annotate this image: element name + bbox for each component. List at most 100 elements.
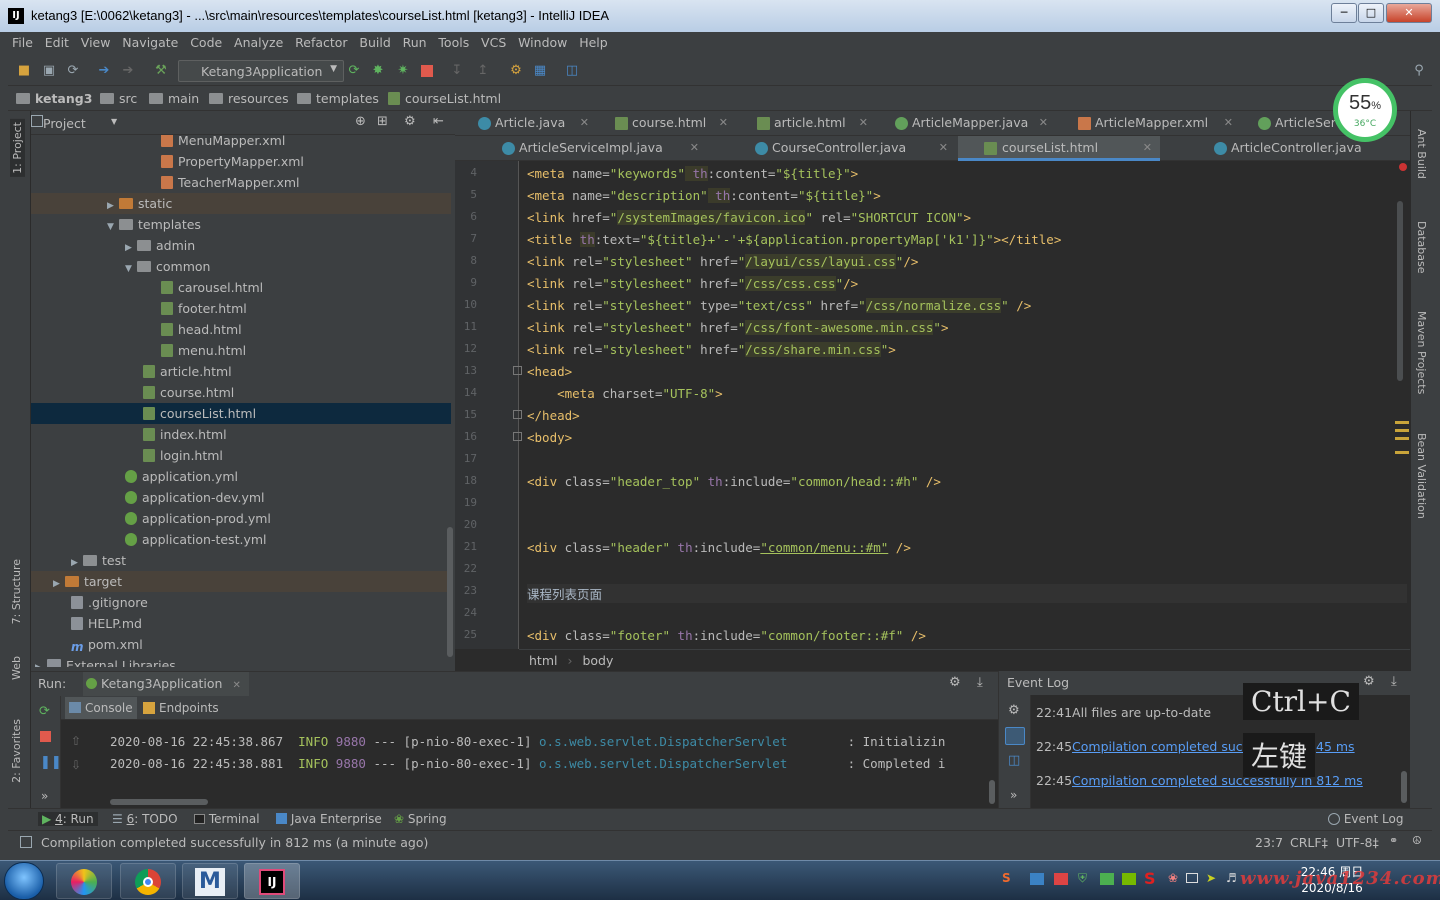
tree-item[interactable]: ▶ test: [31, 550, 451, 571]
breadcrumb-item-src[interactable]: src: [100, 91, 137, 106]
console-horizontal-scrollbar[interactable]: [110, 799, 208, 805]
tool-tab-ant-build[interactable]: Ant Build: [1415, 129, 1428, 179]
editor-tab[interactable]: article.html ✕: [754, 111, 868, 136]
tree-item[interactable]: head.html: [31, 319, 451, 340]
pause-icon[interactable]: ❚❚: [40, 755, 62, 770]
menu-view[interactable]: View: [77, 32, 115, 50]
close-icon[interactable]: ✕: [1143, 136, 1152, 160]
tree-item[interactable]: index.html: [31, 424, 451, 445]
minimize-button[interactable]: ─: [1331, 3, 1357, 23]
event-log-link[interactable]: Compilation completed successfully in 81…: [1072, 773, 1363, 788]
warning-stripe-marker[interactable]: [1395, 429, 1409, 432]
tree-item[interactable]: ▶ target: [31, 571, 451, 592]
console-vertical-scrollbar[interactable]: [989, 780, 995, 804]
tool-tab-web[interactable]: Web: [10, 656, 23, 680]
tray-shield-icon[interactable]: ⛨: [1078, 871, 1087, 886]
tool-tab-todo[interactable]: ☰ 6: TODO: [112, 812, 178, 826]
menu-build[interactable]: Build: [355, 32, 394, 50]
vcs-update-icon[interactable]: ↧: [449, 63, 465, 79]
editor-breadcrumb-item[interactable]: html: [529, 653, 557, 668]
more-icon[interactable]: »: [41, 789, 48, 803]
close-icon[interactable]: ✕: [939, 136, 948, 160]
menu-analyze[interactable]: Analyze: [230, 32, 287, 50]
gear-icon[interactable]: ⚙: [1363, 674, 1375, 689]
tray-app-icon[interactable]: [1054, 873, 1068, 885]
menu-navigate[interactable]: Navigate: [118, 32, 182, 50]
tab-console[interactable]: Console: [65, 697, 137, 719]
close-icon[interactable]: ✕: [719, 111, 728, 135]
menu-run[interactable]: Run: [399, 32, 431, 50]
menu-file[interactable]: File: [8, 32, 37, 50]
toggle-tool-windows-icon[interactable]: [20, 836, 32, 848]
editor-tab[interactable]: course.html ✕: [612, 111, 728, 136]
menu-refactor[interactable]: Refactor: [291, 32, 351, 50]
hide-panel-icon[interactable]: ⤓: [1391, 674, 1397, 689]
close-button[interactable]: ✕: [1386, 3, 1432, 23]
tree-item[interactable]: HELP.md: [31, 613, 451, 634]
breadcrumb-item-templates[interactable]: templates: [297, 91, 379, 106]
editor-breadcrumb-item[interactable]: body: [582, 653, 613, 668]
status-message[interactable]: Compilation completed successfully in 81…: [41, 835, 428, 850]
menu-vcs[interactable]: VCS: [477, 32, 510, 50]
close-icon[interactable]: ✕: [690, 136, 699, 160]
tab-endpoints[interactable]: Endpoints: [139, 697, 223, 719]
tray-volume-icon[interactable]: ♬: [1226, 871, 1237, 885]
tree-item[interactable]: article.html: [31, 361, 451, 382]
tree-item[interactable]: TeacherMapper.xml: [31, 172, 451, 193]
tray-monitor-icon[interactable]: [1186, 873, 1198, 883]
debug-bug-icon[interactable]: ✸: [370, 63, 386, 79]
close-icon[interactable]: ✕: [580, 111, 589, 135]
taskbar-app-chrome[interactable]: [120, 863, 176, 899]
build-hammer-icon[interactable]: ⚒: [153, 63, 169, 79]
settings-wrench-icon[interactable]: ⚙: [508, 63, 524, 79]
warning-stripe-marker[interactable]: [1395, 451, 1409, 454]
tree-item[interactable]: application-prod.yml: [31, 508, 451, 529]
clear-all-icon[interactable]: ◫: [1008, 753, 1020, 768]
warning-stripe-marker[interactable]: [1395, 421, 1409, 424]
save-all-icon[interactable]: ▣: [41, 63, 57, 79]
hide-panel-icon[interactable]: ⤓: [977, 675, 983, 690]
stop-icon[interactable]: [419, 63, 435, 79]
tree-item[interactable]: application-dev.yml: [31, 487, 451, 508]
project-structure-icon[interactable]: ▦: [532, 63, 548, 79]
sdk-manager-icon[interactable]: ◫: [564, 63, 580, 79]
editor-tab-active[interactable]: courseList.html ✕: [958, 136, 1160, 161]
menu-tools[interactable]: Tools: [434, 32, 473, 50]
console-arrow-up-icon[interactable]: ⇧: [71, 734, 81, 748]
tool-tab-favorites[interactable]: 2: Favorites: [10, 719, 23, 783]
back-arrow-icon[interactable]: ➔: [96, 63, 112, 79]
breadcrumb-item-main[interactable]: main: [149, 91, 199, 106]
taskbar-app-intellij[interactable]: IJ: [244, 863, 300, 899]
stop-icon[interactable]: [40, 731, 51, 742]
event-log-link[interactable]: 45 ms: [1316, 739, 1355, 754]
tray-sogou-icon[interactable]: S: [1002, 871, 1011, 885]
tree-item[interactable]: application-test.yml: [31, 529, 451, 550]
editor-tab[interactable]: ArticleServiceImpl.java ✕: [499, 136, 699, 161]
editor-tab[interactable]: Article.java ✕: [475, 111, 589, 136]
warning-stripe-marker[interactable]: [1395, 437, 1409, 440]
tool-tab-bean-validation[interactable]: Bean Validation: [1415, 433, 1428, 519]
forward-arrow-icon[interactable]: ➔: [120, 63, 136, 79]
tree-item[interactable]: course.html: [31, 382, 451, 403]
breadcrumb-item-file[interactable]: courseList.html: [388, 91, 501, 106]
tool-tab-database[interactable]: Database: [1415, 221, 1428, 274]
windows-start-button[interactable]: [4, 862, 44, 900]
menu-edit[interactable]: Edit: [41, 32, 73, 50]
tree-item[interactable]: ▶External Libraries: [31, 655, 451, 667]
tool-tab-structure[interactable]: 7: Structure: [10, 559, 23, 624]
rerun-icon[interactable]: ⟳: [346, 63, 362, 79]
tray-network-icon[interactable]: [1030, 873, 1044, 885]
tree-item[interactable]: ▼ templates: [31, 214, 451, 235]
search-everywhere-icon[interactable]: ⚲: [1411, 63, 1427, 79]
editor-scrollbar[interactable]: [1397, 201, 1403, 381]
breadcrumb-item-resources[interactable]: resources: [209, 91, 289, 106]
close-icon[interactable]: ✕: [1039, 111, 1048, 135]
editor-tab[interactable]: ArticleMapper.xml ✕: [1075, 111, 1233, 136]
event-log-scrollbar[interactable]: [1401, 771, 1407, 803]
tree-item[interactable]: ▶ admin: [31, 235, 451, 256]
tool-tab-run[interactable]: ▶ 4: Run: [38, 812, 98, 826]
close-icon[interactable]: ✕: [859, 111, 868, 135]
hide-panel-icon[interactable]: ⇤: [433, 114, 444, 129]
inspector-icon[interactable]: ☮: [1412, 834, 1422, 847]
tool-tab-terminal[interactable]: Terminal: [194, 812, 260, 826]
